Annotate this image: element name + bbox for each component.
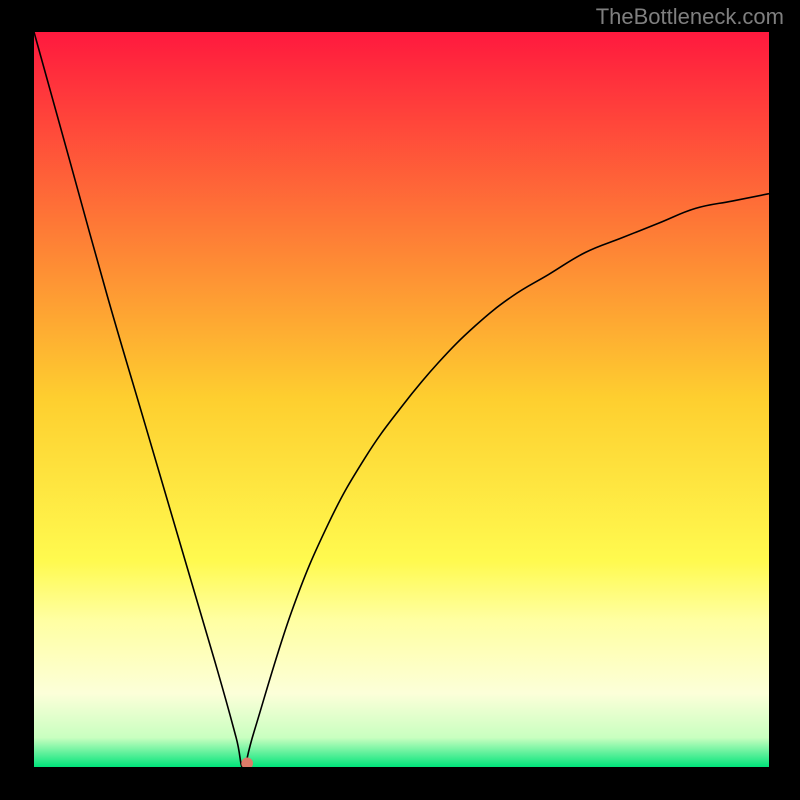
attribution-text: TheBottleneck.com bbox=[596, 4, 784, 30]
plot-area bbox=[34, 32, 769, 767]
optimum-dot bbox=[241, 757, 253, 767]
bottleneck-curve bbox=[34, 32, 769, 767]
chart-frame: TheBottleneck.com bbox=[0, 0, 800, 800]
